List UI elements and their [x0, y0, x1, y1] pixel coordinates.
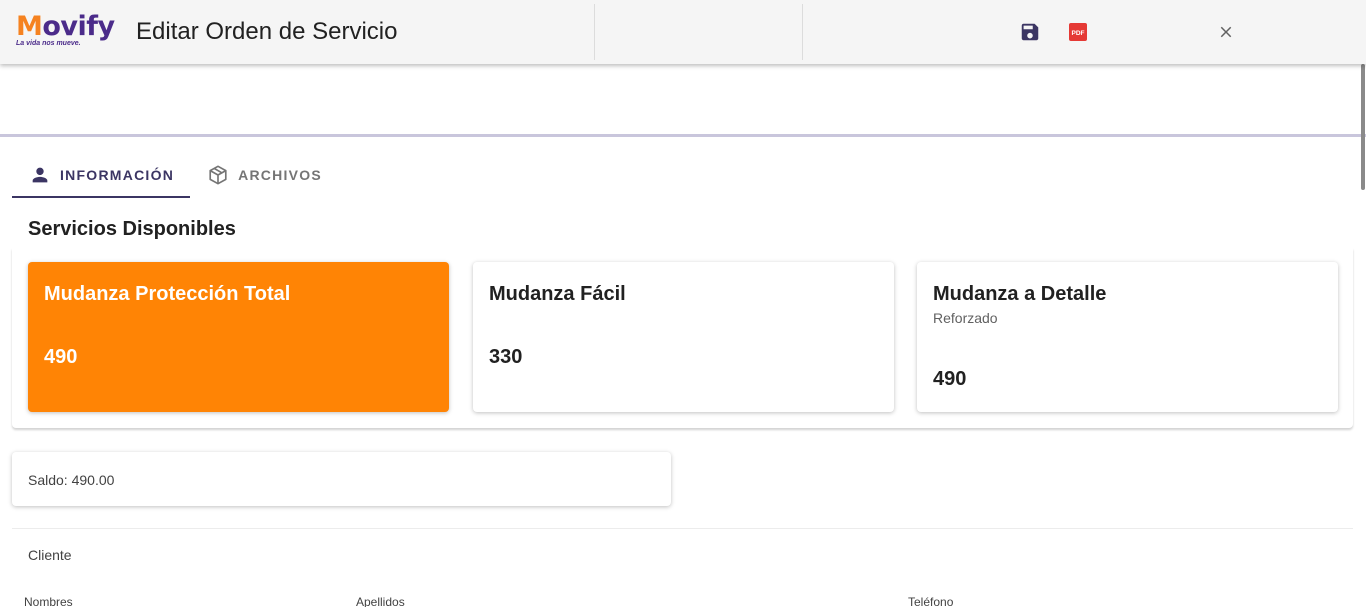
page-title: Editar Orden de Servicio — [136, 18, 398, 45]
logo-wordmark: Movify — [16, 11, 115, 42]
cliente-section-label: Cliente — [28, 547, 72, 563]
close-button[interactable] — [1212, 18, 1240, 46]
service-name: Mudanza a Detalle — [933, 283, 1107, 305]
app-bar: Movify La vida nos mueve. Editar Orden d… — [0, 0, 1366, 64]
person-icon — [28, 163, 52, 187]
tab-label: INFORMACIÓN — [60, 167, 175, 183]
tab-label: ARCHIVOS — [238, 167, 322, 183]
header-divider — [0, 134, 1366, 137]
nombres-label: Nombres — [24, 595, 73, 607]
movify-logo: Movify La vida nos mueve. — [16, 13, 116, 49]
service-price: 330 — [489, 346, 523, 368]
pdf-button[interactable]: PDF — [1064, 18, 1092, 46]
save-icon — [1021, 23, 1039, 41]
pdf-icon: PDF — [1069, 23, 1087, 41]
services-title: Servicios Disponibles — [28, 218, 236, 240]
service-card-facil[interactable]: Mudanza Fácil 330 — [473, 262, 894, 412]
pdf-icon-label: PDF — [1072, 30, 1085, 37]
saldo-text: Saldo: 490.00 — [28, 472, 115, 488]
save-button[interactable] — [1016, 18, 1044, 46]
close-icon — [1220, 26, 1232, 38]
service-price: 490 — [933, 368, 967, 390]
saldo-card: Saldo: 490.00 — [12, 452, 671, 506]
toolbar-divider — [594, 4, 595, 60]
tab-archivos[interactable]: ARCHIVOS — [190, 152, 338, 198]
apellidos-label: Apellidos — [356, 595, 405, 607]
service-card-detalle[interactable]: Mudanza a Detalle Reforzado 490 — [917, 262, 1338, 412]
service-name: Mudanza Protección Total — [44, 283, 291, 305]
cliente-divider — [12, 528, 1353, 529]
service-name: Mudanza Fácil — [489, 283, 626, 305]
telefono-label: Teléfono — [908, 595, 954, 607]
service-price: 490 — [44, 346, 78, 368]
tab-bar: INFORMACIÓN ARCHIVOS — [12, 152, 338, 198]
tab-informacion[interactable]: INFORMACIÓN — [12, 152, 191, 198]
toolbar-divider — [802, 4, 803, 60]
service-card-proteccion-total[interactable]: Mudanza Protección Total 490 — [28, 262, 449, 412]
scrollbar[interactable] — [1361, 64, 1365, 190]
service-subtitle: Reforzado — [933, 310, 998, 326]
box-icon — [206, 163, 230, 187]
